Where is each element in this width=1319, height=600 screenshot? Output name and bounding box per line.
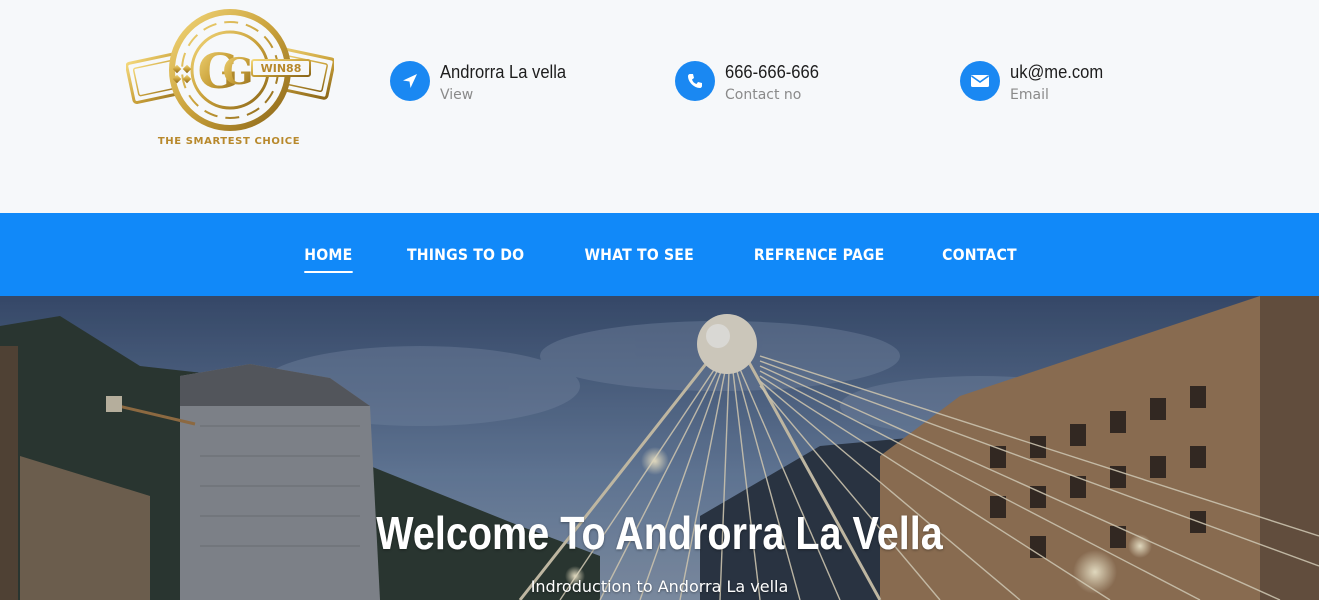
- email-address: uk@me.com: [1010, 62, 1104, 82]
- contact-location[interactable]: Androrra La vella View: [390, 60, 577, 112]
- nav-item-things-to-do[interactable]: THINGS TO DO: [407, 245, 524, 264]
- logo-graphic: G G WIN88: [126, 9, 334, 131]
- location-subtitle[interactable]: View: [440, 84, 577, 106]
- phone-subtitle: Contact no: [725, 87, 802, 103]
- logo-tagline: THE SMARTEST CHOICE: [157, 136, 301, 147]
- email-subtitle: Email: [1010, 87, 1049, 103]
- site-header: G G WIN88 THE SMARTEST CHOICE Androrra L…: [0, 0, 1319, 213]
- svg-text:WIN88: WIN88: [261, 62, 302, 75]
- phone-number: 666-666-666: [725, 62, 819, 82]
- nav-item-refrence-page[interactable]: REFRENCE PAGE: [754, 245, 885, 264]
- location-arrow-icon: [390, 61, 430, 101]
- main-navigation: HOME THINGS TO DO WHAT TO SEE REFRENCE P…: [0, 213, 1319, 296]
- hero-banner: Welcome To Androrra La Vella Indroductio…: [0, 296, 1319, 600]
- phone-icon: [675, 61, 715, 101]
- envelope-icon: [960, 61, 1000, 101]
- contact-email[interactable]: uk@me.com Email: [960, 60, 1111, 112]
- site-logo[interactable]: G G WIN88 THE SMARTEST CHOICE: [126, 8, 334, 154]
- hero-subtitle: Indroduction to Andorra La vella: [530, 577, 789, 596]
- nav-item-what-to-see[interactable]: WHAT TO SEE: [584, 245, 693, 264]
- nav-item-home[interactable]: HOME: [304, 245, 352, 273]
- svg-text:G: G: [223, 51, 254, 93]
- nav-item-contact[interactable]: CONTACT: [942, 245, 1017, 264]
- contact-phone[interactable]: 666-666-666 Contact no: [675, 60, 827, 112]
- hero-title: Welcome To Androrra La Vella: [376, 507, 943, 559]
- location-title: Androrra La vella: [440, 62, 567, 82]
